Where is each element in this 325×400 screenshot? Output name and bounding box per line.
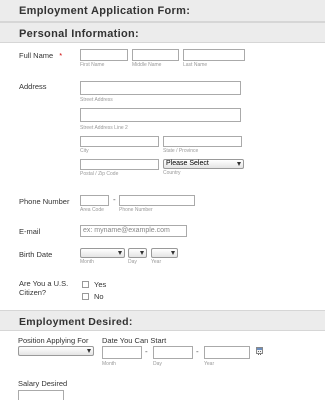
phone-number-input[interactable] bbox=[119, 195, 195, 206]
birth-year-sublabel: Year bbox=[151, 259, 162, 265]
birth-date-label: Birth Date bbox=[19, 250, 53, 259]
street-address-sublabel: Street Address bbox=[80, 97, 113, 103]
country-sublabel: Country bbox=[163, 170, 181, 176]
email-input[interactable]: ex: myname@example.com bbox=[80, 225, 187, 237]
start-dash-2: - bbox=[196, 347, 199, 356]
birth-day-select[interactable] bbox=[128, 248, 147, 258]
address-label: Address bbox=[19, 82, 47, 91]
postal-code-input[interactable] bbox=[80, 159, 159, 170]
area-code-input[interactable] bbox=[80, 195, 109, 206]
chevron-down-icon bbox=[87, 349, 91, 353]
start-year-input[interactable] bbox=[204, 346, 250, 359]
city-sublabel: City bbox=[80, 148, 89, 154]
position-label: Position Applying For bbox=[18, 336, 89, 345]
section-header-employment: Employment Desired: bbox=[0, 310, 325, 331]
country-select[interactable]: Please Select bbox=[163, 159, 244, 169]
area-code-sublabel: Area Code bbox=[80, 207, 104, 213]
middle-name-input[interactable] bbox=[132, 49, 179, 61]
section-header-personal: Personal Information: bbox=[0, 22, 325, 43]
start-day-input[interactable] bbox=[153, 346, 193, 359]
last-name-sublabel: Last Name bbox=[183, 62, 208, 68]
citizen-yes-checkbox[interactable] bbox=[82, 281, 89, 288]
birth-month-sublabel: Month bbox=[80, 259, 94, 265]
birth-year-select[interactable] bbox=[151, 248, 178, 258]
first-name-input[interactable] bbox=[80, 49, 128, 61]
middle-name-sublabel: Middle Name bbox=[132, 62, 162, 68]
start-day-sublabel: Day bbox=[153, 361, 162, 367]
full-name-label: Full Name * bbox=[19, 51, 62, 60]
phone-label: Phone Number bbox=[19, 197, 70, 206]
position-select[interactable] bbox=[18, 346, 94, 356]
citizen-label-line2: Citizen? bbox=[19, 288, 47, 297]
salary-input[interactable] bbox=[18, 390, 64, 400]
start-year-sublabel: Year bbox=[204, 361, 215, 367]
first-name-sublabel: First Name bbox=[80, 62, 105, 68]
birth-day-sublabel: Day bbox=[128, 259, 137, 265]
section-title-personal: Personal Information: bbox=[19, 28, 139, 40]
chevron-down-icon bbox=[140, 251, 144, 255]
birth-month-select[interactable] bbox=[80, 248, 125, 258]
country-select-value: Please Select bbox=[166, 160, 209, 167]
full-name-label-text: Full Name bbox=[19, 51, 54, 60]
calendar-icon[interactable] bbox=[256, 347, 263, 355]
email-label: E-mail bbox=[19, 227, 41, 236]
state-sublabel: State / Province bbox=[163, 148, 199, 154]
start-date-label: Date You Can Start bbox=[102, 336, 167, 345]
street-address-line2-sublabel: Street Address Line 2 bbox=[80, 125, 128, 131]
last-name-input[interactable] bbox=[183, 49, 245, 61]
phone-dash: - bbox=[113, 195, 116, 204]
citizen-yes-label: Yes bbox=[94, 280, 107, 289]
citizen-label-line1: Are You a U.S. bbox=[19, 279, 69, 288]
start-month-input[interactable] bbox=[102, 346, 142, 359]
street-address-input[interactable] bbox=[80, 81, 241, 95]
form-title: Employment Application Form: bbox=[19, 5, 191, 17]
chevron-down-icon bbox=[237, 162, 241, 166]
form-title-bar: Employment Application Form: bbox=[0, 0, 325, 22]
start-dash-1: - bbox=[145, 347, 148, 356]
phone-number-sublabel: Phone Number bbox=[119, 207, 153, 213]
state-input[interactable] bbox=[163, 136, 242, 147]
city-input[interactable] bbox=[80, 136, 159, 147]
section-title-employment: Employment Desired: bbox=[19, 316, 133, 328]
chevron-down-icon bbox=[171, 251, 175, 255]
start-month-sublabel: Month bbox=[102, 361, 116, 367]
required-marker: * bbox=[59, 51, 63, 60]
salary-label: Salary Desired bbox=[18, 379, 68, 388]
postal-code-sublabel: Postal / Zip Code bbox=[80, 171, 119, 177]
chevron-down-icon bbox=[118, 251, 122, 255]
street-address-line2-input[interactable] bbox=[80, 108, 241, 122]
citizen-no-checkbox[interactable] bbox=[82, 293, 89, 300]
citizen-no-label: No bbox=[94, 292, 104, 301]
